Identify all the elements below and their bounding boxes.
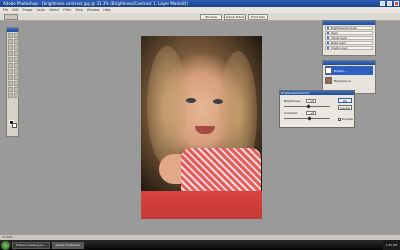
lasso-tool-icon[interactable] xyxy=(8,39,13,44)
taskbar-item-photoshop[interactable]: Adobe Photoshop xyxy=(51,241,85,249)
layer-row[interactable]: Brightn... xyxy=(325,66,373,75)
menu-select[interactable]: Select xyxy=(49,8,59,12)
history-state-icon xyxy=(327,37,329,39)
history-brush-tool-icon[interactable] xyxy=(14,57,19,62)
start-button[interactable] xyxy=(1,240,10,250)
history-row[interactable]: Create Layer xyxy=(325,46,373,50)
background-layer-thumbnail xyxy=(325,77,332,84)
brightness-input[interactable]: +6 xyxy=(306,99,316,103)
contrast-label: Contrast: xyxy=(284,111,298,115)
eraser-tool-icon[interactable] xyxy=(8,63,13,68)
path-selection-tool-icon[interactable] xyxy=(8,75,13,80)
layers-panel: Brightn... Background xyxy=(322,60,376,94)
menu-image[interactable]: Image xyxy=(23,8,33,12)
brightness-label: Brightness: xyxy=(284,99,301,103)
brightness-contrast-dialog: Brightness/Contrast Brightness: +6 Contr… xyxy=(279,90,355,128)
zoom-level[interactable]: 33.33% xyxy=(2,235,13,239)
move-tool-icon[interactable] xyxy=(14,33,19,38)
preview-checkbox[interactable] xyxy=(338,118,341,121)
photo-hair xyxy=(147,46,187,166)
eyedropper-tool-icon[interactable] xyxy=(14,87,19,92)
menu-edit[interactable]: Edit xyxy=(12,8,18,12)
dialog-title[interactable]: Brightness/Contrast xyxy=(280,91,354,95)
history-state-icon xyxy=(327,42,329,44)
close-button[interactable] xyxy=(394,1,399,6)
history-state-icon xyxy=(327,47,329,49)
taskbar-item-browser[interactable]: Problem loading pa... xyxy=(12,241,50,249)
marquee-tool-icon[interactable] xyxy=(8,33,13,38)
brush-tool-icon[interactable] xyxy=(14,51,19,56)
history-panel-header[interactable] xyxy=(323,21,375,25)
magic-wand-tool-icon[interactable] xyxy=(14,39,19,44)
print-size-button[interactable]: Print Size xyxy=(248,14,268,20)
fit-window-button[interactable]: Window xyxy=(200,14,222,20)
toolbox xyxy=(6,27,19,137)
healing-brush-tool-icon[interactable] xyxy=(8,51,13,56)
cancel-button[interactable]: Cancel xyxy=(338,105,352,110)
document-canvas[interactable] xyxy=(141,36,262,219)
hand-tool-icon[interactable] xyxy=(8,93,13,98)
clock[interactable]: 3:35 PM xyxy=(386,243,397,247)
slice-tool-icon[interactable] xyxy=(14,45,19,50)
menu-layer[interactable]: Layer xyxy=(37,8,46,12)
menu-help[interactable]: Help xyxy=(103,8,110,12)
preview-label: Preview xyxy=(342,117,353,121)
contrast-slider-handle[interactable] xyxy=(307,116,312,121)
photo-eye xyxy=(186,98,196,103)
notes-tool-icon[interactable] xyxy=(8,87,13,92)
photo-mouth xyxy=(195,126,215,134)
photo-dress xyxy=(181,148,261,193)
history-row[interactable]: Make Layer xyxy=(325,41,373,45)
photo-blanket xyxy=(141,191,262,219)
history-row[interactable]: Open xyxy=(325,31,373,35)
history-panel: Brightness/Contrast Open Adjust Layer Ma… xyxy=(322,20,376,56)
menu-file[interactable]: File xyxy=(3,8,8,12)
actual-pixels-button[interactable]: Actual Pixels xyxy=(224,14,246,20)
layers-panel-header[interactable] xyxy=(323,61,375,65)
photo-eye xyxy=(213,99,223,104)
taskbar: Problem loading pa... Adobe Photoshop 3:… xyxy=(0,240,400,250)
dodge-tool-icon[interactable] xyxy=(14,69,19,74)
history-row[interactable]: Adjust Layer xyxy=(325,36,373,40)
menu-window[interactable]: Window xyxy=(87,8,100,12)
window-title: Adobe Photoshop - [brightness contrast.j… xyxy=(3,1,188,6)
background-color-swatch[interactable] xyxy=(12,123,17,128)
menu-view[interactable]: View xyxy=(75,8,83,12)
menu-filter[interactable]: Filter xyxy=(63,8,71,12)
title-bar: Adobe Photoshop - [brightness contrast.j… xyxy=(0,0,400,7)
zoom-tool-icon[interactable] xyxy=(4,14,18,20)
type-tool-icon[interactable] xyxy=(14,75,19,80)
maximize-button[interactable] xyxy=(387,1,392,6)
system-tray: 3:35 PM xyxy=(382,240,400,250)
adjustment-layer-thumbnail xyxy=(325,67,332,74)
contrast-input[interactable]: +8 xyxy=(306,111,316,115)
layer-row[interactable]: Background xyxy=(325,76,373,85)
crop-tool-icon[interactable] xyxy=(8,45,13,50)
brightness-slider-handle[interactable] xyxy=(306,104,311,109)
history-state-icon xyxy=(327,27,329,29)
zoom-tool-icon[interactable] xyxy=(14,93,19,98)
history-row[interactable]: Brightness/Contrast xyxy=(325,26,373,30)
ok-button[interactable]: OK xyxy=(338,98,352,103)
pen-tool-icon[interactable] xyxy=(8,81,13,86)
history-state-icon xyxy=(327,32,329,34)
clone-stamp-tool-icon[interactable] xyxy=(8,57,13,62)
blur-tool-icon[interactable] xyxy=(8,69,13,74)
shape-tool-icon[interactable] xyxy=(14,81,19,86)
minimize-button[interactable] xyxy=(380,1,385,6)
gradient-tool-icon[interactable] xyxy=(14,63,19,68)
